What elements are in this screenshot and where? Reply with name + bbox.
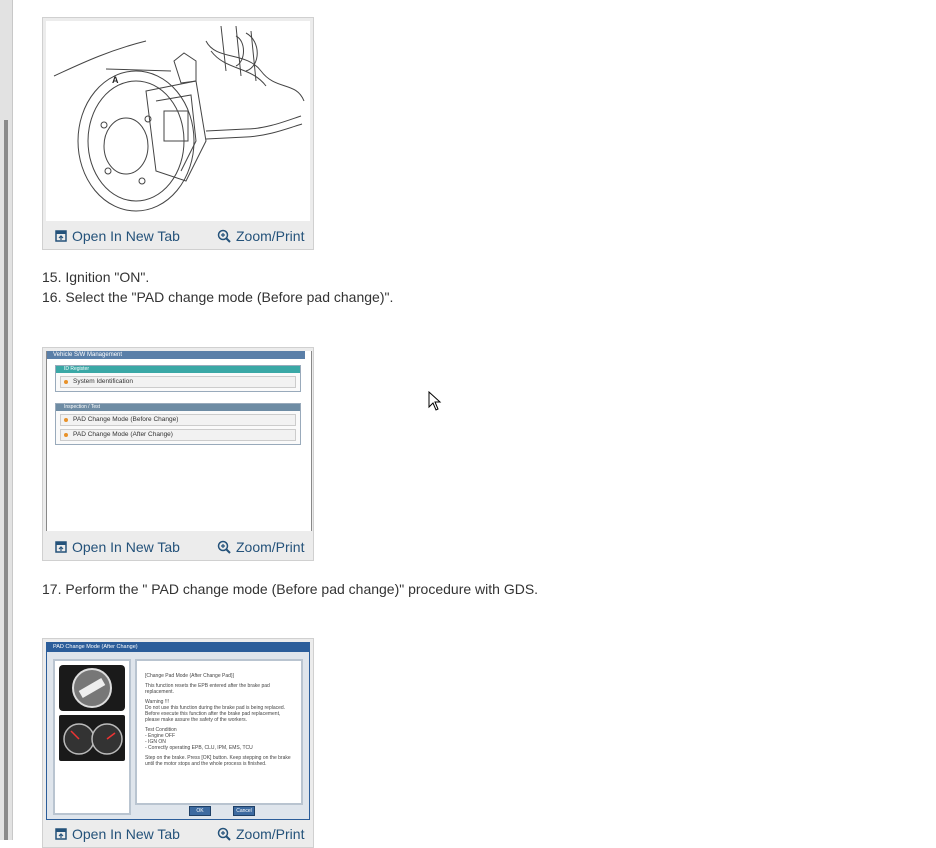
scroll-track xyxy=(4,120,8,840)
window-edge xyxy=(0,0,13,840)
figure-gds-menu: Vehicle S/W Management ID Register Syste… xyxy=(42,347,314,561)
open-new-tab-icon xyxy=(55,541,67,553)
figure-toolbar: Open In New Tab Zoom/Print xyxy=(43,221,313,249)
menu-item-pad-change-before[interactable]: PAD Change Mode (Before Change) xyxy=(60,414,296,426)
mouse-cursor-icon xyxy=(428,391,442,411)
pad-description: This function resets the EPB entered aft… xyxy=(145,683,270,695)
pad-heading: [Change Pad Mode (After Change Pad)] xyxy=(145,673,234,679)
inspection-test-panel: Inspection / Test PAD Change Mode (Befor… xyxy=(55,403,301,445)
open-in-new-tab-link[interactable]: Open In New Tab xyxy=(55,228,180,244)
zoom-print-link[interactable]: Zoom/Print xyxy=(217,228,304,244)
gds-menu-screenshot: Vehicle S/W Management ID Register Syste… xyxy=(46,351,312,531)
zoom-icon xyxy=(217,229,231,243)
step-16: 16. Select the "PAD change mode (Before … xyxy=(42,289,394,305)
figure-toolbar: Open In New Tab Zoom/Print xyxy=(43,532,313,560)
pad-warning-text: Do not use this function during the brak… xyxy=(145,705,286,723)
cancel-button[interactable]: Cancel xyxy=(233,806,255,816)
step-15: 15. Ignition "ON". xyxy=(42,269,150,285)
open-new-tab-icon xyxy=(55,828,67,840)
menu-item-system-identification[interactable]: System Identification xyxy=(60,376,296,388)
gds-window-title: Vehicle S/W Management xyxy=(47,351,305,359)
figure-toolbar: Open In New Tab Zoom/Print xyxy=(43,819,313,847)
step-17: 17. Perform the " PAD change mode (Befor… xyxy=(42,581,539,597)
callout-label: A xyxy=(112,75,119,85)
zoom-print-label: Zoom/Print xyxy=(236,228,305,244)
ok-button[interactable]: OK xyxy=(189,806,211,816)
ignition-image xyxy=(59,665,125,711)
inspection-test-header: Inspection / Test xyxy=(56,404,300,411)
open-in-new-tab-label: Open In New Tab xyxy=(72,539,180,555)
brake-caliper-illustration: A xyxy=(46,21,310,221)
open-in-new-tab-label: Open In New Tab xyxy=(72,228,180,244)
figure-pad-change-window: PAD Change Mode (After Change) [Change P… xyxy=(42,638,314,848)
open-new-tab-icon xyxy=(55,230,67,242)
figure-brake-caliper: A Open In New Tab Zoom/Print xyxy=(42,17,314,250)
zoom-print-link[interactable]: Zoom/Print xyxy=(217,539,304,555)
pad-instructions-panel: [Change Pad Mode (After Change Pad)] Thi… xyxy=(135,659,303,805)
pad-instructions: Step on the brake. Press [OK] button. Ke… xyxy=(145,755,291,767)
pad-condition-3: - Correctly operating EPB, CLU, IPM, EMS… xyxy=(145,745,253,751)
zoom-icon xyxy=(217,827,231,841)
open-in-new-tab-link[interactable]: Open In New Tab xyxy=(55,539,180,555)
zoom-print-label: Zoom/Print xyxy=(236,539,305,555)
id-register-panel: ID Register System Identification xyxy=(55,365,301,392)
pad-change-window-screenshot: PAD Change Mode (After Change) [Change P… xyxy=(46,642,310,820)
id-register-header: ID Register xyxy=(56,366,300,373)
dashboard-image-panel xyxy=(53,659,131,815)
zoom-icon xyxy=(217,540,231,554)
pad-window-title: PAD Change Mode (After Change) xyxy=(47,643,309,652)
instrument-cluster-image xyxy=(59,715,125,761)
menu-item-pad-change-after[interactable]: PAD Change Mode (After Change) xyxy=(60,429,296,441)
